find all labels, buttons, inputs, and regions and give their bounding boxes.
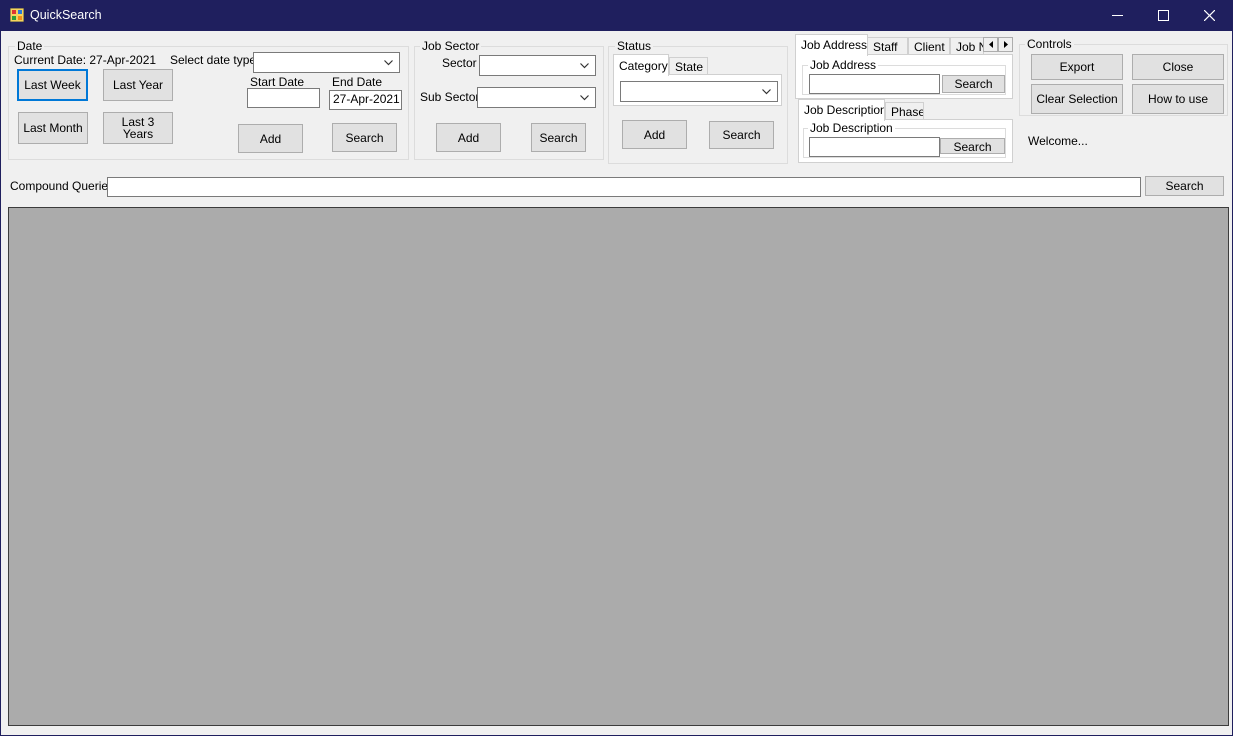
- sector-add-button[interactable]: Add: [436, 123, 501, 152]
- tab-state[interactable]: State: [669, 57, 708, 75]
- sector-search-button[interactable]: Search: [531, 123, 586, 152]
- category-dropdown[interactable]: [620, 81, 778, 102]
- triangle-right-icon: [1003, 41, 1008, 48]
- last-month-button[interactable]: Last Month: [18, 112, 88, 144]
- status-group-title: Status: [615, 39, 654, 53]
- chevron-down-icon: [580, 94, 589, 100]
- sector-dropdown[interactable]: [479, 55, 596, 76]
- results-grid[interactable]: [8, 207, 1229, 726]
- end-date-label: End Date: [332, 75, 383, 89]
- tab-phase[interactable]: Phase: [885, 102, 924, 120]
- date-add-button[interactable]: Add: [238, 124, 303, 153]
- job-description-input[interactable]: [809, 137, 940, 157]
- close-button[interactable]: Close: [1132, 54, 1224, 80]
- maximize-icon: [1158, 10, 1169, 21]
- job-description-inner-title: Job Description: [808, 121, 895, 135]
- job-address-search-button[interactable]: Search: [942, 75, 1005, 93]
- clear-selection-button[interactable]: Clear Selection: [1031, 84, 1123, 114]
- last-year-button[interactable]: Last Year: [103, 69, 173, 101]
- export-button[interactable]: Export: [1031, 54, 1123, 80]
- minimize-button[interactable]: [1095, 0, 1141, 31]
- chevron-down-icon: [384, 59, 393, 65]
- select-date-type-label: Select date type: [170, 53, 257, 67]
- tab-job-description[interactable]: Job Description: [798, 99, 885, 121]
- chevron-down-icon: [580, 62, 589, 68]
- tab-scroll-right-button[interactable]: [998, 37, 1013, 52]
- sub-sector-label: Sub Sector: [420, 90, 480, 104]
- maximize-button[interactable]: [1141, 0, 1187, 31]
- triangle-left-icon: [988, 41, 993, 48]
- close-icon: [1204, 10, 1215, 21]
- chevron-down-icon: [762, 88, 771, 94]
- compound-search-button[interactable]: Search: [1145, 176, 1224, 196]
- last-week-button[interactable]: Last Week: [17, 69, 88, 101]
- minimize-icon: [1112, 15, 1123, 16]
- status-search-button[interactable]: Search: [709, 121, 774, 149]
- status-add-button[interactable]: Add: [622, 120, 687, 149]
- tab-scroll-left-button[interactable]: [983, 37, 998, 52]
- last-3-years-button[interactable]: Last 3 Years: [103, 112, 173, 144]
- tab-staff[interactable]: Staff: [867, 37, 908, 55]
- window-frame-left: [0, 31, 1, 736]
- date-group-title: Date: [15, 39, 45, 53]
- end-date-input[interactable]: 27-Apr-2021: [329, 90, 402, 110]
- welcome-text: Welcome...: [1028, 134, 1088, 148]
- tab-category[interactable]: Category: [613, 54, 669, 76]
- job-address-inner-title: Job Address: [808, 58, 879, 72]
- job-sector-group-title: Job Sector: [420, 39, 482, 53]
- sub-sector-dropdown[interactable]: [477, 87, 596, 108]
- job-description-search-button[interactable]: Search: [940, 138, 1005, 154]
- start-date-input[interactable]: [247, 88, 320, 108]
- date-type-dropdown[interactable]: [253, 52, 400, 73]
- how-to-use-button[interactable]: How to use: [1132, 84, 1224, 114]
- date-search-button[interactable]: Search: [332, 123, 397, 152]
- tab-job-address[interactable]: Job Address: [795, 34, 868, 56]
- title-bar: QuickSearch: [0, 0, 1233, 31]
- tab-client[interactable]: Client: [908, 37, 950, 55]
- current-date-label: Current Date: 27-Apr-2021: [14, 53, 157, 67]
- controls-group-title: Controls: [1025, 37, 1074, 51]
- tab-job-n[interactable]: Job N: [950, 37, 984, 55]
- compound-queries-input[interactable]: [107, 177, 1141, 197]
- window-title: QuickSearch: [30, 8, 102, 22]
- compound-queries-label: Compound Queries: [10, 179, 115, 193]
- start-date-label: Start Date: [250, 75, 305, 89]
- job-address-input[interactable]: [809, 74, 940, 94]
- sector-label: Sector: [442, 56, 477, 70]
- close-window-button[interactable]: [1187, 0, 1233, 31]
- app-icon: [10, 8, 24, 22]
